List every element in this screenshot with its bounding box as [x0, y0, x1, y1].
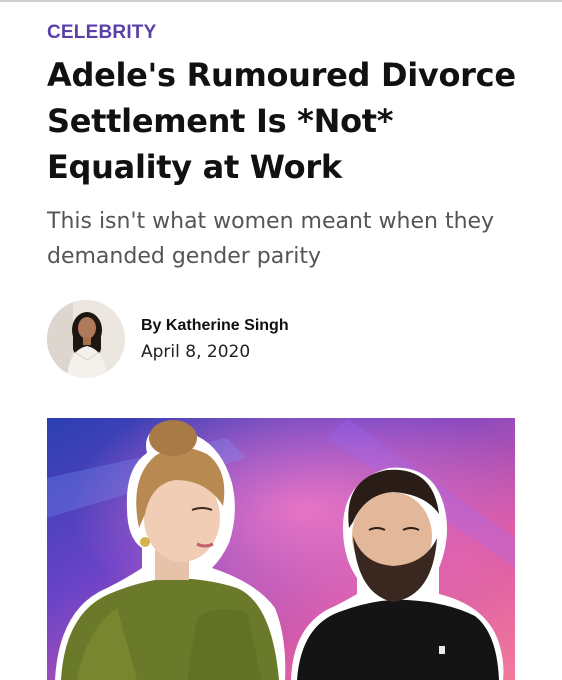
top-divider — [0, 0, 562, 2]
hero-image — [47, 418, 515, 680]
category-link[interactable]: CELEBRITY — [47, 22, 156, 44]
author-name-link[interactable]: Katherine Singh — [166, 317, 289, 334]
publish-date: April 8, 2020 — [141, 342, 251, 362]
hero-photo — [47, 418, 515, 680]
byline-prefix: By — [141, 317, 162, 334]
author-avatar[interactable] — [47, 300, 125, 378]
article-subheadline: This isn't what women meant when they de… — [47, 209, 495, 269]
byline: By Katherine Singh — [141, 317, 289, 335]
article-headline: Adele's Rumoured Divorce Settlement Is *… — [47, 56, 516, 186]
author-block: By Katherine Singh April 8, 2020 — [47, 300, 507, 380]
author-avatar-photo — [47, 300, 125, 378]
